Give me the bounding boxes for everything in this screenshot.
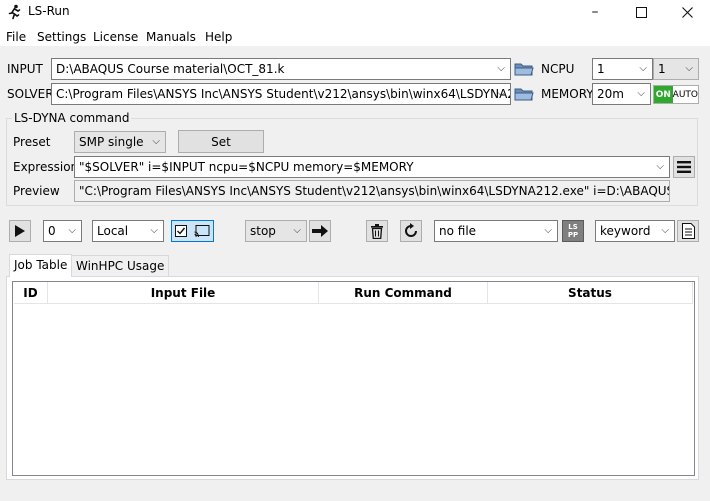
memory-auto-toggle[interactable]: ON AUTO (653, 85, 699, 104)
preview-label: Preview (13, 184, 60, 198)
running-man-icon (6, 4, 22, 20)
tab-job-table[interactable]: Job Table (9, 254, 73, 277)
window-title: LS-Run (28, 4, 70, 18)
ncpu-label: NCPU (541, 62, 575, 76)
document-icon (681, 223, 695, 239)
chevron-down-icon: ⌵ (68, 225, 76, 236)
close-icon (681, 6, 693, 18)
checkbox-icon (175, 225, 188, 237)
input-file-value: D:\ABAQUS Course material\OCT_81.k (56, 62, 285, 76)
column-header-run-command[interactable]: Run Command (319, 282, 488, 304)
preview-field[interactable]: "C:\Program Files\ANSYS Inc\ANSYS Studen… (74, 180, 670, 202)
open-document-button[interactable] (677, 220, 699, 242)
menu-settings[interactable]: Settings (37, 30, 86, 44)
run-count-value: 0 (48, 224, 56, 238)
set-button[interactable]: Set (178, 130, 264, 153)
chevron-down-icon: ⌵ (637, 88, 645, 99)
file-select-combo[interactable]: no file ⌵ (434, 220, 558, 242)
close-button[interactable] (664, 0, 710, 24)
minimize-button[interactable]: – (572, 0, 618, 24)
expression-combo[interactable]: "$SOLVER" i=$INPUT ncpu=$NCPU memory=$ME… (74, 156, 670, 178)
stop-apply-button[interactable] (309, 220, 331, 242)
menu-manuals[interactable]: Manuals (146, 30, 196, 44)
preset-value: SMP single (79, 135, 144, 149)
menu-license[interactable]: License (93, 30, 138, 44)
stop-mode-value: stop (250, 224, 276, 238)
chevron-down-icon: ⌵ (685, 63, 693, 74)
location-value: Local (97, 224, 129, 238)
folder-icon (514, 88, 534, 101)
status-bar (0, 484, 710, 501)
memory-label: MEMORY (541, 87, 594, 101)
lspp-icon: LS PP (567, 223, 579, 239)
chevron-down-icon: ⌵ (544, 225, 552, 236)
lsprepost-button[interactable]: LS PP (562, 220, 584, 242)
preset-combo[interactable]: SMP single ⌵ (74, 131, 166, 153)
toggle-on-label: ON (654, 86, 673, 103)
menu-help[interactable]: Help (205, 30, 232, 44)
preset-label: Preset (13, 135, 51, 149)
chevron-down-icon: ⌵ (639, 63, 647, 74)
ncpu-secondary-value: 1 (658, 62, 666, 76)
chevron-down-icon: ⌵ (497, 63, 505, 74)
ncpu-secondary-combo[interactable]: 1 ⌵ (653, 58, 699, 80)
folder-icon (514, 63, 534, 76)
memory-value: 20m (597, 87, 624, 101)
stop-mode-combo[interactable]: stop ⌵ (245, 220, 307, 242)
trash-icon (371, 223, 383, 239)
delete-button[interactable] (366, 220, 388, 242)
refresh-icon (405, 223, 417, 237)
chevron-down-icon: ⌵ (150, 225, 158, 236)
run-button[interactable] (9, 220, 31, 242)
maximize-icon (635, 6, 647, 18)
ncpu-combo[interactable]: 1 ⌵ (592, 58, 653, 80)
group-title: LS-DYNA command (12, 111, 132, 125)
solver-browse-button[interactable] (513, 83, 535, 105)
maximize-button[interactable] (618, 0, 664, 24)
location-combo[interactable]: Local ⌵ (92, 220, 164, 242)
input-label: INPUT (7, 62, 43, 76)
column-header-id[interactable]: ID (14, 282, 48, 304)
keyword-value: keyword (600, 224, 651, 238)
toggle-auto-label: AUTO (672, 89, 698, 100)
options-toggle-button[interactable] (171, 220, 214, 242)
chevron-down-icon: ⌵ (656, 161, 664, 172)
chevron-down-icon: ⌵ (293, 225, 301, 236)
solver-value: C:\Program Files\ANSYS Inc\ANSYS Student… (56, 87, 511, 101)
chevron-down-icon: ⌵ (661, 225, 669, 236)
cast-screen-icon (194, 224, 210, 237)
expression-menu-button[interactable] (673, 156, 695, 178)
ncpu-value: 1 (597, 62, 605, 76)
expression-value: "$SOLVER" i=$INPUT ncpu=$NCPU memory=$ME… (79, 160, 414, 174)
column-header-status[interactable]: Status (488, 282, 693, 304)
arrow-right-icon (312, 225, 328, 237)
run-count-combo[interactable]: 0 ⌵ (43, 220, 82, 242)
keyword-combo[interactable]: keyword ⌵ (595, 220, 675, 242)
memory-combo[interactable]: 20m ⌵ (592, 83, 651, 105)
chevron-down-icon: ⌵ (497, 88, 505, 99)
menu-file[interactable]: File (6, 30, 26, 44)
play-icon (15, 225, 25, 237)
chevron-down-icon: ⌵ (152, 136, 160, 147)
minimize-icon: – (591, 4, 599, 20)
refresh-button[interactable] (400, 220, 422, 242)
input-browse-button[interactable] (513, 58, 535, 80)
input-file-combo[interactable]: D:\ABAQUS Course material\OCT_81.k ⌵ (51, 58, 511, 80)
file-select-value: no file (439, 224, 477, 238)
expression-label: Expression (13, 160, 79, 174)
hamburger-menu-icon (677, 161, 691, 173)
tab-winhpc-usage[interactable]: WinHPC Usage (71, 255, 170, 276)
solver-combo[interactable]: C:\Program Files\ANSYS Inc\ANSYS Student… (51, 83, 511, 105)
job-table[interactable] (12, 281, 695, 476)
solver-label: SOLVER (7, 87, 54, 101)
column-header-input-file[interactable]: Input File (48, 282, 319, 304)
